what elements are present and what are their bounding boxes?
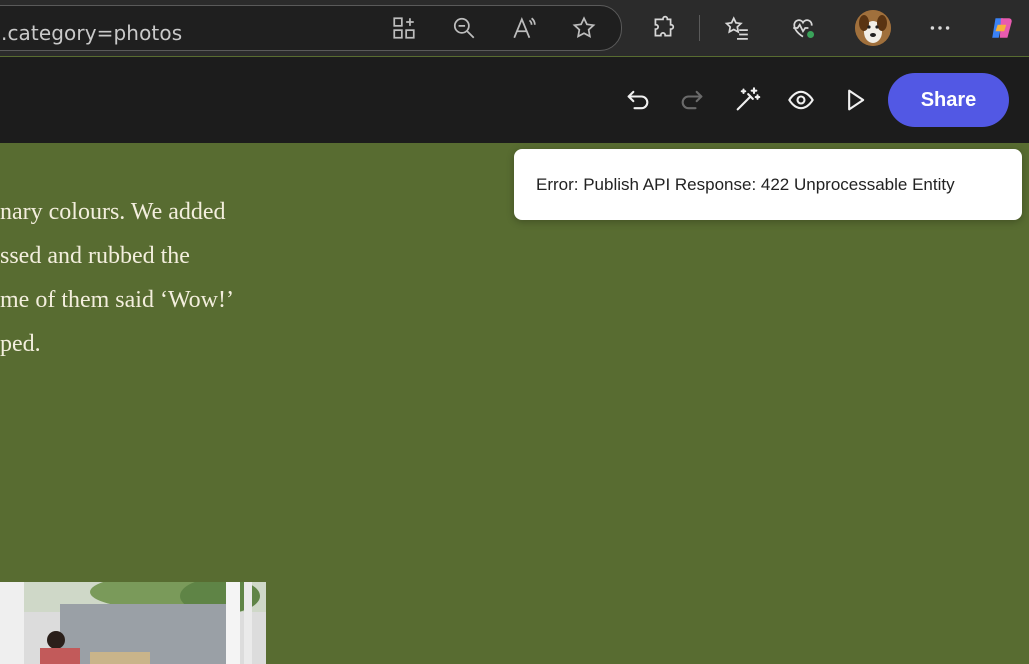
zoom-out-icon[interactable] [448,12,480,44]
read-aloud-icon[interactable] [508,12,540,44]
story-line: ped. [0,331,41,357]
error-message: Error: Publish API Response: 422 Unproce… [536,175,955,194]
copilot-icon[interactable] [986,12,1018,44]
share-button[interactable]: Share [888,73,1009,127]
redo-icon[interactable] [676,84,708,116]
story-line: me of them said ‘Wow!’ [0,287,234,313]
undo-icon[interactable] [622,84,654,116]
preview-eye-icon[interactable] [785,84,817,116]
magic-wand-icon[interactable] [731,84,763,116]
favorite-star-icon[interactable] [568,12,600,44]
favorites-list-icon[interactable] [721,12,753,44]
extensions-icon[interactable] [647,12,679,44]
play-icon[interactable] [839,84,871,116]
more-options-icon[interactable] [924,12,956,44]
app-grid-icon[interactable] [388,12,420,44]
error-toast: Error: Publish API Response: 422 Unproce… [514,149,1022,220]
editor-toolbar: Share [0,57,1029,143]
toolbar-separator [699,15,700,41]
address-bar-url[interactable]: .category=photos [1,21,182,45]
browser-toolbar: .category=photos [0,0,1029,56]
story-line: ssed and rubbed the [0,243,190,269]
story-paragraph: nary colours. We added ssed and rubbed t… [0,190,234,366]
story-photo[interactable] [0,582,266,664]
profile-avatar[interactable] [855,10,891,46]
story-line: nary colours. We added [0,199,226,225]
browser-health-icon[interactable] [787,12,819,44]
